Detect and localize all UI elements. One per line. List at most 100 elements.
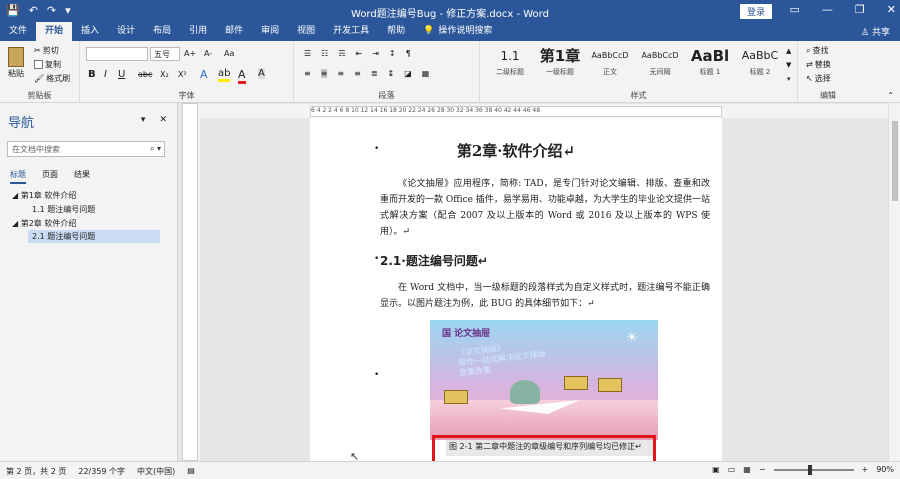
style-no-spacing[interactable]: AaBbCcD 无间隔 [636, 45, 684, 83]
read-mode-icon[interactable]: ▣ [712, 465, 720, 474]
line-spacing-icon[interactable]: ↨ [388, 69, 395, 78]
nav-item-2-1[interactable]: 2.1 题注编号问题 [28, 230, 160, 243]
format-painter-button[interactable]: 🖌 格式刷 [34, 73, 70, 84]
web-layout-icon[interactable]: ▦ [743, 465, 751, 474]
zoom-in-icon[interactable]: + [862, 465, 869, 474]
tab-view[interactable]: 视图 [288, 22, 324, 41]
find-button[interactable]: ⌕ 查找 [806, 45, 828, 56]
minimize-icon[interactable]: — [822, 3, 833, 16]
superscript-button[interactable]: X² [178, 70, 187, 79]
italic-button[interactable]: I [104, 69, 107, 80]
numbering-icon[interactable]: ☷ [321, 49, 328, 58]
tab-developer[interactable]: 开发工具 [324, 22, 378, 41]
font-color-icon[interactable]: A [238, 68, 246, 84]
login-button[interactable]: 登录 [739, 4, 772, 19]
show-marks-icon[interactable]: ¶ [406, 49, 411, 58]
nav-options-icon[interactable]: ▾ [141, 115, 146, 125]
collapse-icon[interactable]: ◢ [12, 191, 21, 200]
page-count[interactable]: 第 2 页，共 2 页 [6, 466, 66, 477]
word-count[interactable]: 22/359 个字 [78, 466, 125, 477]
style-normal[interactable]: AaBbCcD 正文 [586, 45, 634, 83]
nav-item-1-1[interactable]: 1.1 题注编号问题 [32, 203, 162, 216]
styles-scroll[interactable]: ▲ ▼ ▾ [786, 47, 791, 83]
tab-references[interactable]: 引用 [180, 22, 216, 41]
macro-icon[interactable]: ▤ [187, 466, 195, 477]
underline-button[interactable]: U [118, 69, 125, 80]
style-title1[interactable]: AaBl 标题 1 [686, 45, 734, 83]
zoom-level[interactable]: 90% [876, 465, 894, 474]
collapse-ribbon-icon[interactable]: ⌃ [887, 91, 894, 100]
text-effects-icon[interactable]: A [200, 68, 208, 81]
strikethrough-button[interactable]: abc [138, 70, 152, 79]
subscript-button[interactable]: X₂ [160, 70, 169, 79]
language[interactable]: 中文(中国) [137, 466, 175, 477]
tab-review[interactable]: 审阅 [252, 22, 288, 41]
distribute-icon[interactable]: ≣ [371, 69, 378, 78]
increase-indent-icon[interactable]: ⇥ [372, 49, 379, 58]
ribbon-display-icon[interactable]: ▭ [790, 3, 800, 16]
heading-chapter2[interactable]: 第2章·软件介绍↵ [310, 140, 722, 161]
replace-button[interactable]: ⇄ 替换 [806, 59, 831, 70]
cut-button[interactable]: ✂ 剪切 [34, 45, 59, 56]
tab-file[interactable]: 文件 [0, 22, 36, 41]
nav-item-ch1[interactable]: ◢ 第1章 软件介绍 [12, 189, 162, 202]
help-search[interactable]: 💡 操作说明搜索 [414, 22, 501, 41]
zoom-slider-knob[interactable] [807, 464, 812, 475]
tab-layout[interactable]: 布局 [144, 22, 180, 41]
document-image[interactable]: 国 论文抽屉 ☀ 《论文抽屉》 帮你一站式解决论文排版 查重改重 [430, 320, 658, 440]
nav-item-ch2[interactable]: ◢ 第2章 软件介绍 [12, 217, 162, 230]
char-shading-icon[interactable]: A [258, 68, 265, 79]
title-bar: 💾 ↶ ↷ ▾ Word题注编号Bug - 修正方案.docx - Word 登… [0, 0, 900, 22]
close-icon[interactable]: ✕ [887, 3, 896, 16]
shrink-font-button[interactable]: A- [204, 49, 212, 58]
align-left-icon[interactable]: ≡ [304, 69, 311, 78]
zoom-slider[interactable] [773, 464, 854, 475]
tab-help[interactable]: 帮助 [378, 22, 414, 41]
tab-mailings[interactable]: 邮件 [216, 22, 252, 41]
vertical-scrollbar[interactable] [888, 103, 900, 461]
bullets-icon[interactable]: ☰ [304, 49, 311, 58]
shading-icon[interactable]: ◪ [404, 69, 412, 78]
zoom-out-icon[interactable]: − [759, 465, 766, 474]
highlight-icon[interactable]: ab [218, 68, 231, 82]
justify-icon[interactable]: ≡ [354, 69, 361, 78]
style-heading1[interactable]: 第1章 一级标题 [536, 45, 584, 83]
document-page[interactable]: • 第2章·软件介绍↵ 《论文抽屉》应用程序，简称: TAD，是专门针对论文编辑… [310, 118, 722, 461]
heading-2-1[interactable]: 2.1·题注编号问题↵ [380, 252, 488, 269]
scrollbar-thumb[interactable] [892, 121, 898, 201]
align-right-icon[interactable]: ≡ [337, 69, 344, 78]
font-size-select[interactable]: 五号 [150, 47, 180, 61]
change-case-button[interactable]: Aa [224, 49, 234, 58]
vertical-ruler-track [182, 103, 198, 461]
tab-home[interactable]: 开始 [36, 22, 73, 41]
align-center-icon[interactable]: ≡ [320, 69, 328, 78]
grow-font-button[interactable]: A+ [184, 49, 196, 58]
style-title2[interactable]: AaBbC 标题 2 [736, 45, 784, 83]
bold-button[interactable]: B [88, 69, 96, 80]
restore-icon[interactable]: ❐ [855, 3, 865, 16]
decrease-indent-icon[interactable]: ⇤ [356, 49, 363, 58]
share-button[interactable]: ♙ 共享 [861, 25, 890, 38]
style-heading2[interactable]: 1.1 二级标题 [486, 45, 534, 83]
font-name-select[interactable] [86, 47, 148, 61]
nav-tab-headings[interactable]: 标题 [10, 169, 26, 184]
close-icon[interactable]: ✕ [159, 115, 167, 125]
body-paragraph-2[interactable]: 在 Word 文档中，当一级标题的段落样式为自定义样式时，题注编号不能正确显示。… [380, 280, 710, 312]
editing-group-label: 编辑 [820, 91, 836, 100]
collapse-icon[interactable]: ◢ [12, 219, 21, 228]
select-button[interactable]: ↖ 选择 [806, 73, 831, 84]
nav-tab-pages[interactable]: 页面 [42, 169, 58, 184]
sort-icon[interactable]: ↕ [389, 49, 396, 58]
search-icon[interactable]: ⌕ ▾ [150, 144, 161, 154]
nav-search-input[interactable]: 在文档中搜索 ⌕ ▾ [7, 141, 165, 157]
borders-icon[interactable]: ▦ [422, 69, 430, 78]
style-name: 二级标题 [496, 68, 524, 76]
print-layout-icon[interactable]: ▭ [728, 465, 736, 474]
paste-button[interactable]: 粘贴 [8, 47, 24, 79]
body-paragraph-1[interactable]: 《论文抽屉》应用程序，简称: TAD，是专门针对论文编辑、排版、查重和改重而开发… [380, 176, 710, 240]
nav-tab-results[interactable]: 结果 [74, 169, 90, 184]
copy-button[interactable]: 复制 [34, 59, 61, 70]
tab-insert[interactable]: 插入 [72, 22, 108, 41]
tab-design[interactable]: 设计 [108, 22, 144, 41]
multilevel-icon[interactable]: ☴ [338, 49, 345, 58]
